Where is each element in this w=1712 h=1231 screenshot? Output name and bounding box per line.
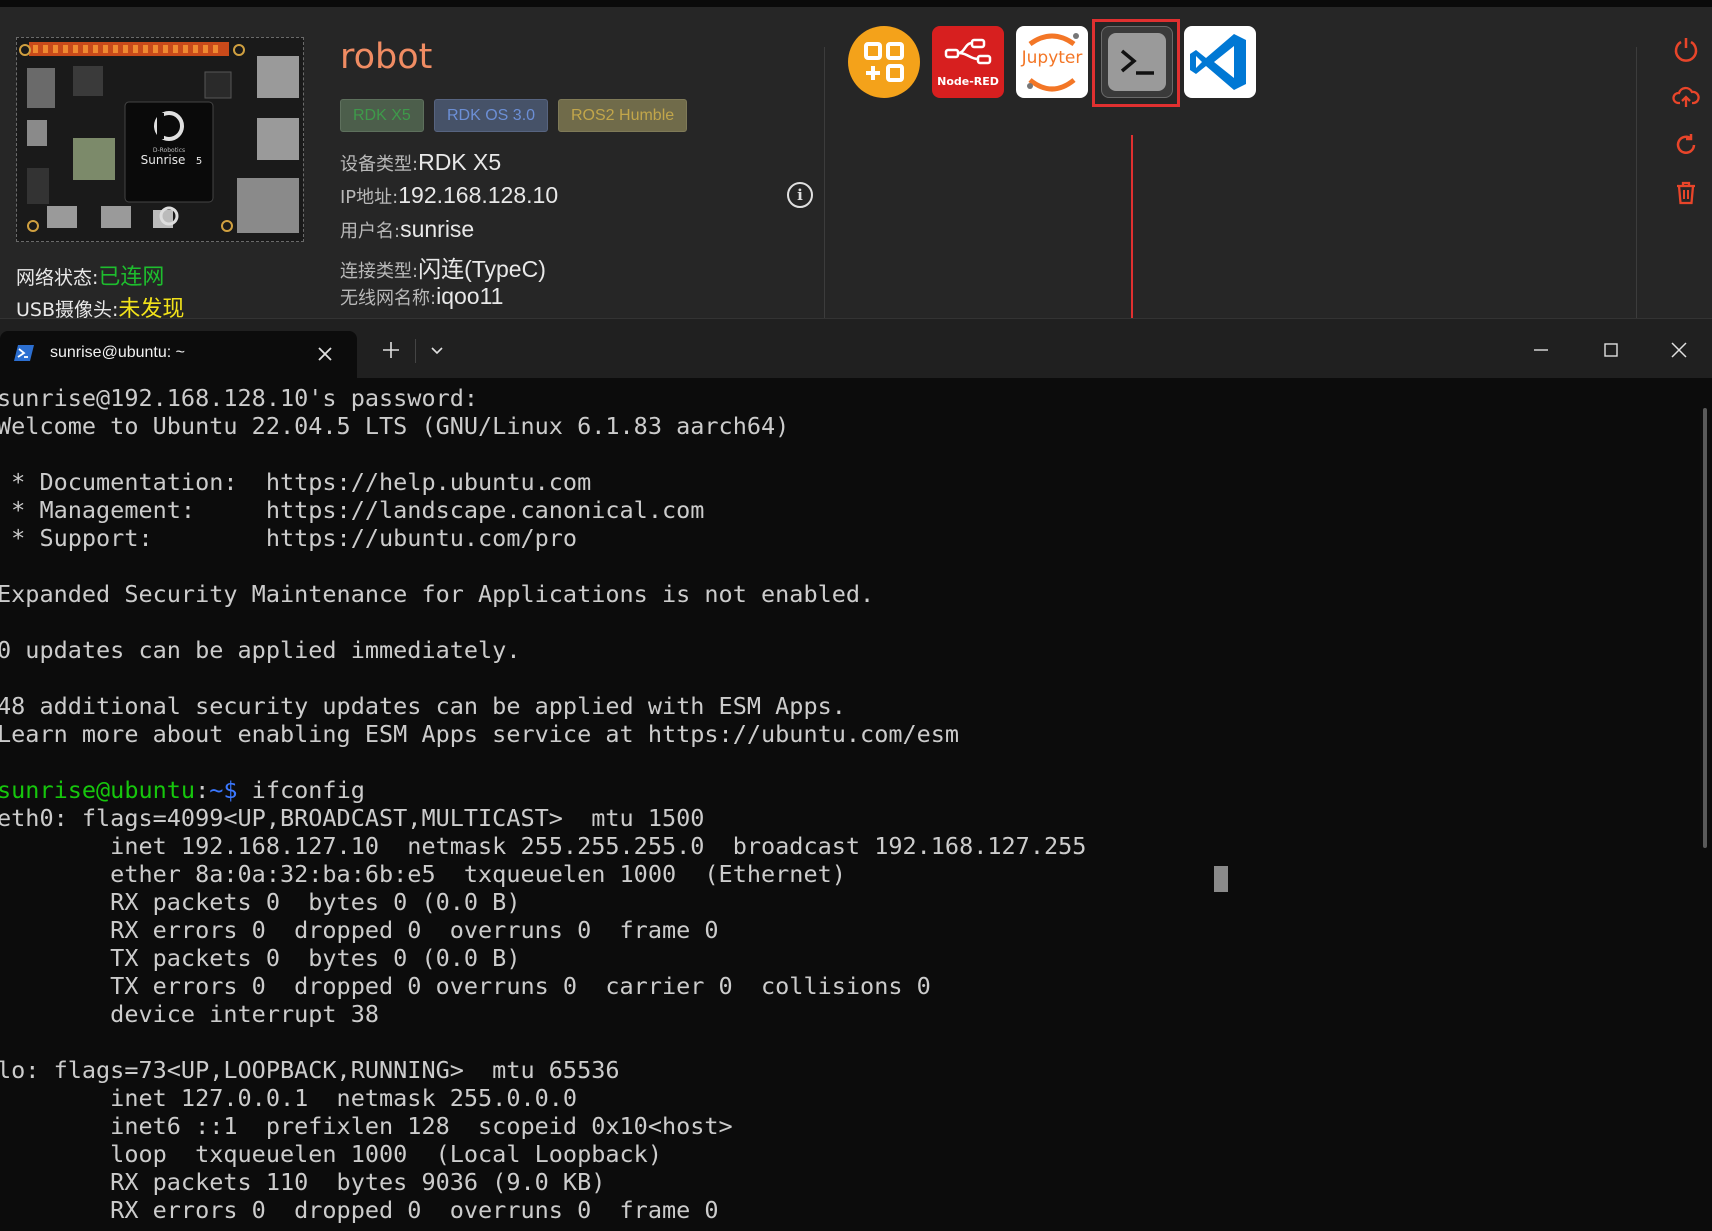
vscode-button[interactable] — [1184, 26, 1256, 98]
connection-type-value: 闪连(TypeC) — [418, 256, 546, 282]
maximize-icon[interactable] — [1600, 339, 1622, 361]
prompt-user: sunrise@ubuntu — [0, 776, 196, 804]
close-tab-icon[interactable] — [316, 345, 334, 363]
device-type-label: 设备类型: — [340, 154, 419, 175]
terminal-line: ether 8a:0a:32:ba:6b:e5 txqueuelen 1000 … — [0, 860, 846, 888]
terminal-line: 0 updates can be applied immediately. — [0, 636, 521, 664]
panel-divider — [1636, 47, 1637, 319]
terminal-line: eth0: flags=4099<UP,BROADCAST,MULTICAST>… — [0, 804, 705, 832]
terminal-line: * Support: https://ubuntu.com/pro — [0, 524, 578, 552]
tab-title: sunrise@ubuntu: ~ — [50, 344, 185, 361]
cloud-upload-icon[interactable] — [1672, 83, 1700, 111]
terminal-line: inet 127.0.0.1 netmask 255.0.0.0 — [0, 1084, 578, 1112]
device-panel: D-Robotics Sunrise 5 网络状态:已连网 USB摄像头:未发现… — [0, 0, 1712, 359]
terminal-window: sunrise@ubuntu: ~ sunrise@192.168.128.10… — [0, 318, 1712, 1231]
minimize-icon[interactable] — [1530, 339, 1552, 361]
terminal-line: loop txqueuelen 1000 (Local Loopback) — [0, 1140, 662, 1168]
trash-icon[interactable] — [1672, 179, 1700, 207]
terminal-lines-before: sunrise@192.168.128.10's password: Welcom… — [0, 384, 1677, 776]
network-status: 网络状态:已连网 — [16, 259, 164, 291]
username-value: sunrise — [400, 216, 475, 242]
close-window-icon[interactable] — [1668, 339, 1690, 361]
device-name: robot — [340, 37, 433, 77]
device-type-value: RDK X5 — [418, 149, 502, 175]
terminal-line: lo: flags=73<UP,LOOPBACK,RUNNING> mtu 65… — [0, 1056, 620, 1084]
ip-value: 192.168.128.10 — [398, 182, 559, 208]
jupyter-label: Jupyter — [1021, 48, 1083, 68]
board-image: D-Robotics Sunrise 5 — [16, 37, 304, 242]
info-ip-address: IP地址:192.168.128.10 — [340, 182, 558, 209]
apps-grid-icon — [864, 42, 904, 82]
nodered-button[interactable]: Node-RED — [932, 26, 1004, 98]
power-icon[interactable] — [1672, 35, 1700, 63]
terminal-line: sunrise@192.168.128.10's password: — [0, 384, 479, 412]
powershell-icon — [14, 345, 34, 361]
prompt-path: ~$ — [209, 776, 238, 804]
terminal-line: * Management: https://landscape.canonica… — [0, 496, 705, 524]
terminal-scrollbar[interactable] — [1703, 408, 1707, 848]
terminal-cursor — [1214, 866, 1228, 892]
network-status-value: 已连网 — [98, 265, 165, 290]
nodered-label: Node-RED — [937, 75, 999, 88]
connection-type-label: 连接类型: — [340, 261, 419, 282]
terminal-line: inet6 ::1 prefixlen 128 scopeid 0x10<hos… — [0, 1112, 733, 1140]
info-username: 用户名:sunrise — [340, 216, 474, 243]
annotation-arrow-line — [1131, 135, 1133, 341]
network-status-label: 网络状态: — [16, 267, 99, 289]
tab-terminal[interactable]: sunrise@ubuntu: ~ — [0, 331, 357, 379]
terminal-prompt-line: sunrise@ubuntu:~$ ifconfig — [0, 776, 1677, 804]
terminal-line: RX packets 110 bytes 9036 (9.0 KB) — [0, 1168, 606, 1196]
username-label: 用户名: — [340, 221, 401, 242]
board-chip-suffix: 5 — [196, 156, 202, 167]
apps-grid-button[interactable] — [848, 26, 920, 98]
terminal-line: Learn more about enabling ESM Apps servi… — [0, 720, 960, 748]
terminal-line: 48 additional security updates can be ap… — [0, 692, 846, 720]
terminal-line: * Documentation: https://help.ubuntu.com — [0, 468, 592, 496]
info-wifi-name: 无线网名称:iqoo11 — [340, 283, 503, 310]
wifi-name-value: iqoo11 — [436, 283, 504, 309]
terminal-line: RX errors 0 dropped 0 overruns 0 frame 0 — [0, 916, 719, 944]
info-device-type: 设备类型:RDK X5 — [340, 149, 501, 176]
tag-os-version: RDK OS 3.0 — [434, 99, 549, 132]
terminal-output[interactable]: sunrise@192.168.128.10's password: Welcom… — [0, 384, 1677, 1229]
chevron-down-icon[interactable] — [428, 341, 446, 359]
terminal-line: device interrupt 38 — [0, 1000, 380, 1028]
info-icon[interactable]: i — [787, 182, 813, 208]
tag-ros-version: ROS2 Humble — [558, 99, 688, 132]
terminal-line: Welcome to Ubuntu 22.04.5 LTS (GNU/Linux… — [0, 412, 790, 440]
new-tab-icon[interactable] — [380, 339, 402, 361]
panel-divider — [824, 47, 825, 319]
terminal-highlight-box — [1092, 19, 1180, 107]
prompt-separator: : — [195, 776, 210, 804]
board-chip-text: Sunrise — [141, 153, 186, 167]
vscode-icon — [1190, 34, 1246, 90]
terminal-line: RX errors 0 dropped 0 overruns 0 frame 0 — [0, 1196, 719, 1224]
info-connection-type: 连接类型:闪连(TypeC) — [340, 250, 546, 284]
terminal-line: TX packets 0 bytes 0 (0.0 B) — [0, 944, 521, 972]
terminal-titlebar[interactable]: sunrise@ubuntu: ~ — [0, 318, 1712, 379]
terminal-line: Expanded Security Maintenance for Applic… — [0, 580, 875, 608]
nodered-icon — [944, 38, 992, 65]
refresh-icon[interactable] — [1672, 131, 1700, 159]
terminal-line: inet 192.168.127.10 netmask 255.255.255.… — [0, 832, 1087, 860]
tag-board-model: RDK X5 — [340, 99, 424, 132]
terminal-lines-after: eth0: flags=4099<UP,BROADCAST,MULTICAST>… — [0, 804, 1677, 1224]
tab-divider — [415, 339, 416, 363]
terminal-line: RX packets 0 bytes 0 (0.0 B) — [0, 888, 521, 916]
ip-label: IP地址: — [340, 187, 399, 208]
wifi-name-label: 无线网名称: — [340, 288, 437, 309]
prompt-command: ifconfig — [237, 776, 365, 804]
jupyter-button[interactable]: Jupyter — [1016, 26, 1088, 98]
terminal-line: TX errors 0 dropped 0 overruns 0 carrier… — [0, 972, 931, 1000]
